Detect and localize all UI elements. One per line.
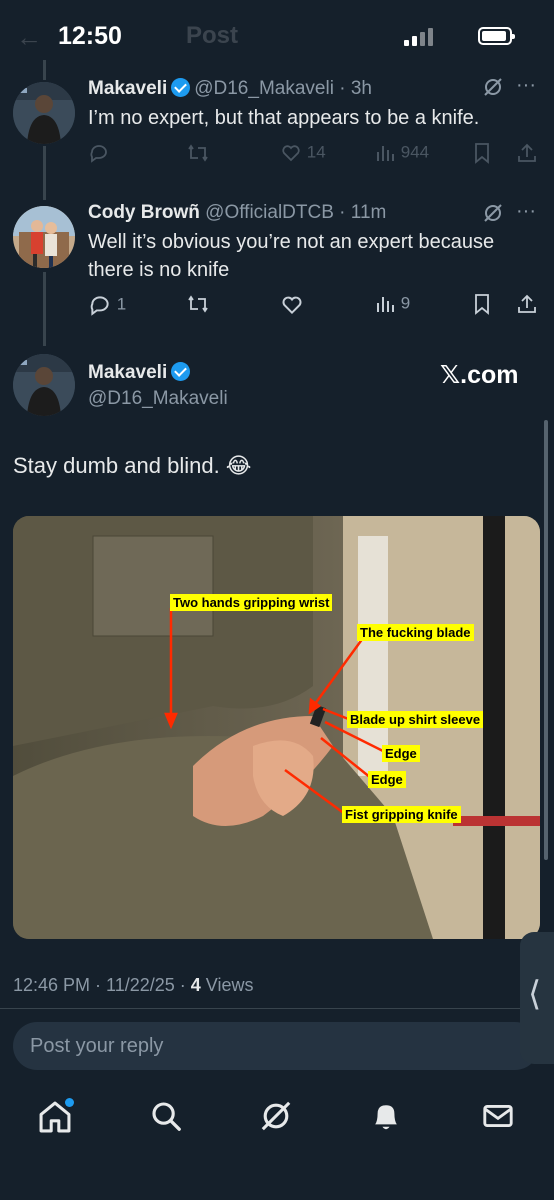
notifications-icon[interactable] [368, 1098, 408, 1138]
like-button[interactable]: 14 [280, 142, 326, 164]
verified-badge-icon [171, 78, 191, 97]
reply-text: I’m no expert, but that appears to be a … [88, 107, 480, 129]
header-title: Post [186, 22, 239, 49]
thread-line [43, 146, 46, 200]
status-time: 12:50 [58, 22, 122, 50]
views-button[interactable]: 9 [374, 293, 410, 315]
reply-input[interactable] [13, 1022, 539, 1070]
post-text: Stay dumb and blind. 😂 [13, 453, 252, 478]
more-icon[interactable]: ··· [516, 74, 536, 97]
cellular-signal-icon [404, 28, 434, 46]
repost-icon[interactable] [186, 293, 210, 315]
views-button[interactable]: 944 [374, 142, 429, 164]
author-name-row: Makaveli [88, 362, 194, 384]
reply-header: Cody Browñ @OfficialDTCB · 11m [88, 202, 387, 223]
reply-icon[interactable] [88, 142, 110, 164]
battery-icon [478, 27, 515, 45]
thread-line [43, 272, 46, 346]
action-bar: 1 9 [88, 293, 538, 319]
annotation-label: Edge [382, 745, 420, 762]
messages-icon[interactable] [480, 1098, 520, 1138]
annotation-label: Two hands gripping wrist [170, 594, 333, 611]
reply-header: Makaveli @D16_Makaveli · 3h [88, 78, 372, 99]
grok-icon[interactable] [258, 1098, 298, 1138]
reply-box[interactable] [13, 1022, 539, 1070]
scrollbar[interactable] [544, 420, 548, 860]
grok-icon[interactable] [482, 76, 504, 104]
views-count: 944 [400, 142, 430, 162]
action-bar: 14 944 [88, 142, 538, 168]
timestamp-text: 12:46 PM · 11/22/25 · [13, 975, 191, 995]
side-panel-tab[interactable]: ⟨ [520, 932, 554, 1064]
bottom-nav [0, 1082, 554, 1200]
author-name[interactable]: Makaveli [88, 78, 167, 99]
annotation-label: The fucking blade [357, 624, 474, 641]
grok-icon[interactable] [482, 202, 504, 230]
author-handle[interactable]: @OfficialDTCB [205, 202, 334, 223]
views-count: 9 [400, 293, 411, 313]
back-arrow-icon[interactable]: ← [16, 22, 42, 53]
post-image[interactable]: Two hands gripping wrist The fucking bla… [13, 516, 540, 939]
annotation-label: Blade up shirt sleeve [347, 711, 484, 728]
post-timestamp: 12:46 PM · 11/22/25 · 4 Views [13, 975, 254, 996]
repost-icon[interactable] [186, 142, 210, 164]
views-count[interactable]: 4 [191, 975, 201, 995]
status-bar: ← Post 12:50 [0, 0, 554, 60]
reply-text-line: Well it’s obvious you’re not an expert b… [88, 231, 495, 253]
post-time: 3h [350, 78, 372, 99]
bookmark-icon[interactable] [472, 293, 492, 315]
avatar[interactable] [13, 354, 75, 416]
avatar[interactable] [13, 82, 75, 144]
author-handle[interactable]: @D16_Makaveli [88, 388, 228, 410]
author-handle[interactable]: @D16_Makaveli [194, 78, 334, 99]
divider [0, 1008, 554, 1009]
verified-badge-icon [171, 362, 191, 381]
share-icon[interactable] [516, 142, 538, 164]
reply-button[interactable]: 1 [88, 293, 126, 317]
notification-dot [65, 1098, 74, 1107]
chevron-left-icon: ⟨ [528, 975, 542, 1013]
search-icon[interactable] [148, 1098, 188, 1138]
like-count: 14 [306, 142, 326, 162]
annotation-label: Fist gripping knife [342, 806, 461, 823]
x-watermark: 𝕏.com [440, 361, 519, 389]
thread-line [43, 60, 46, 80]
post-time: 11m [350, 202, 387, 223]
reply-count: 1 [116, 294, 127, 314]
annotation-label: Edge [368, 771, 406, 788]
views-label: Views [200, 975, 254, 995]
author-name[interactable]: Cody Browñ [88, 202, 200, 223]
author-name[interactable]: Makaveli [88, 362, 167, 383]
like-icon[interactable] [280, 293, 304, 317]
share-icon[interactable] [516, 293, 538, 315]
more-icon[interactable]: ··· [516, 200, 536, 223]
reply-text-line: there is no knife [88, 259, 230, 281]
bookmark-icon[interactable] [472, 142, 492, 164]
home-icon[interactable] [36, 1098, 76, 1138]
avatar[interactable] [13, 206, 75, 268]
